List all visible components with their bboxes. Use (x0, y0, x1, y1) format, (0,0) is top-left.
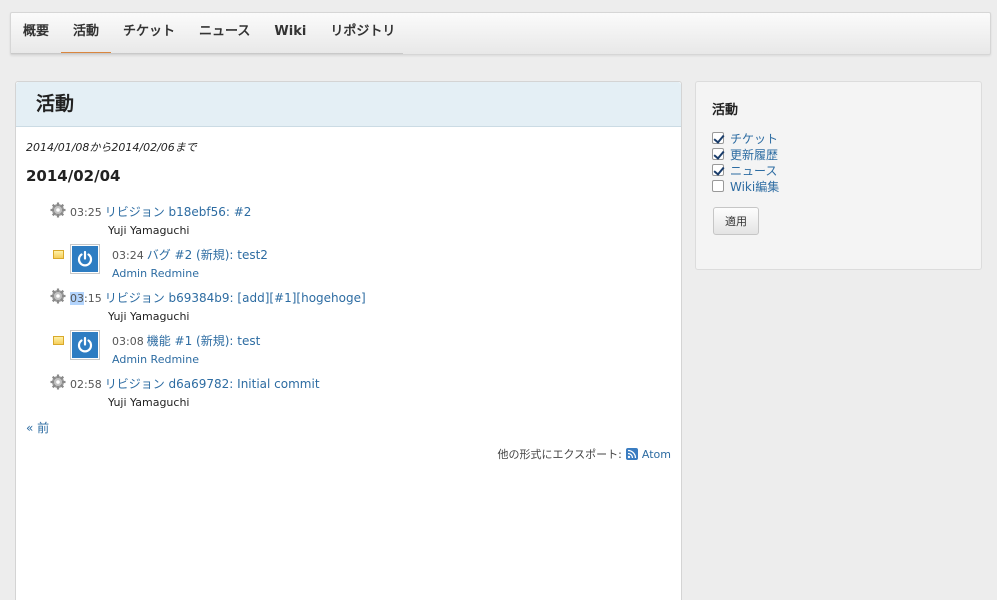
activity-entry: 03:24 バグ #2 (新規): test2 Admin Redmine (112, 246, 268, 280)
panel-header: 活動 (16, 82, 681, 127)
entry-time: :15 (84, 292, 102, 305)
filter-issues-checkbox[interactable] (712, 132, 724, 144)
entry-title-link[interactable]: リビジョン b18ebf56: #2 (105, 205, 252, 219)
power-icon (77, 336, 93, 353)
filter-wiki-edits: Wiki編集 (712, 178, 779, 194)
filter-issues: チケット (712, 130, 779, 146)
activity-panel: 活動 2014/01/08から2014/02/06まで 2014/02/04 0… (15, 81, 682, 600)
activity-entry: 03:08 機能 #1 (新規): test Admin Redmine (112, 332, 260, 366)
entry-time-selected: 03 (70, 292, 84, 305)
page-title: 活動 (36, 93, 75, 115)
activity-filters: チケット 更新履歴 ニュース Wiki編集 (712, 130, 779, 194)
export-links: 他の形式にエクスポート: Atom (498, 446, 671, 462)
tab-overview[interactable]: 概要 (11, 13, 61, 54)
filter-news-checkbox[interactable] (712, 164, 724, 176)
filter-news-label[interactable]: ニュース (730, 162, 777, 179)
entry-author: Yuji Yamaguchi (108, 396, 190, 409)
issue-note-icon (53, 336, 64, 345)
filter-changesets-label[interactable]: 更新履歴 (730, 146, 778, 163)
activity-entry: 03:15 リビジョン b69384b9: [add][#1][hogehoge]… (70, 289, 366, 323)
tabs-divider (11, 53, 403, 54)
entry-time: 03:08 (112, 335, 144, 348)
changeset-gear-icon (50, 374, 66, 390)
previous-link[interactable]: « 前 (26, 419, 49, 436)
entry-author-link[interactable]: Admin Redmine (112, 353, 260, 366)
date-range: 2014/01/08から2014/02/06まで (26, 141, 197, 154)
tab-list: 概要 活動 チケット ニュース Wiki リポジトリ (11, 13, 407, 54)
entry-time: 02:58 (70, 378, 102, 391)
sidebar: 活動 チケット 更新履歴 ニュース Wiki編集 適用 (695, 81, 982, 270)
entry-title-link[interactable]: バグ #2 (新規): test2 (147, 248, 268, 262)
tab-issues[interactable]: チケット (111, 13, 187, 54)
atom-export-link[interactable]: Atom (642, 448, 671, 461)
entry-author: Yuji Yamaguchi (108, 310, 190, 323)
filter-news: ニュース (712, 162, 779, 178)
entry-time: 03:24 (112, 249, 144, 262)
activity-entry: 02:58 リビジョン d6a69782: Initial commit Yuji… (70, 375, 320, 409)
avatar (70, 330, 100, 360)
entry-title-link[interactable]: リビジョン d6a69782: Initial commit (105, 377, 320, 391)
issue-note-icon (53, 250, 64, 259)
entry-author-link[interactable]: Admin Redmine (112, 267, 268, 280)
filter-wiki-edits-checkbox[interactable] (712, 180, 724, 192)
changeset-gear-icon (50, 288, 66, 304)
export-label: 他の形式にエクスポート: (497, 448, 622, 461)
tab-repository[interactable]: リポジトリ (318, 13, 407, 54)
tab-news[interactable]: ニュース (187, 13, 262, 54)
activity-entry: 03:25 リビジョン b18ebf56: #2 Yuji Yamaguchi (70, 203, 251, 237)
avatar (70, 244, 100, 274)
project-menu: 概要 活動 チケット ニュース Wiki リポジトリ (10, 12, 991, 55)
power-icon (77, 250, 93, 267)
filter-issues-label[interactable]: チケット (730, 130, 778, 147)
entry-author: Yuji Yamaguchi (108, 224, 190, 237)
filter-wiki-edits-label[interactable]: Wiki編集 (730, 178, 779, 195)
entry-time: 03:25 (70, 206, 102, 219)
date-heading: 2014/02/04 (26, 167, 121, 185)
filter-changesets: 更新履歴 (712, 146, 779, 162)
filter-changesets-checkbox[interactable] (712, 148, 724, 160)
tab-wiki[interactable]: Wiki (262, 13, 318, 54)
entry-title-link[interactable]: 機能 #1 (新規): test (147, 334, 261, 348)
changeset-gear-icon (50, 202, 66, 218)
entry-title-link[interactable]: リビジョン b69384b9: [add][#1][hogehoge] (105, 291, 366, 305)
tab-activity[interactable]: 活動 (61, 13, 112, 54)
feed-icon (625, 448, 638, 460)
apply-button[interactable]: 適用 (713, 207, 759, 235)
sidebar-title: 活動 (712, 103, 739, 118)
